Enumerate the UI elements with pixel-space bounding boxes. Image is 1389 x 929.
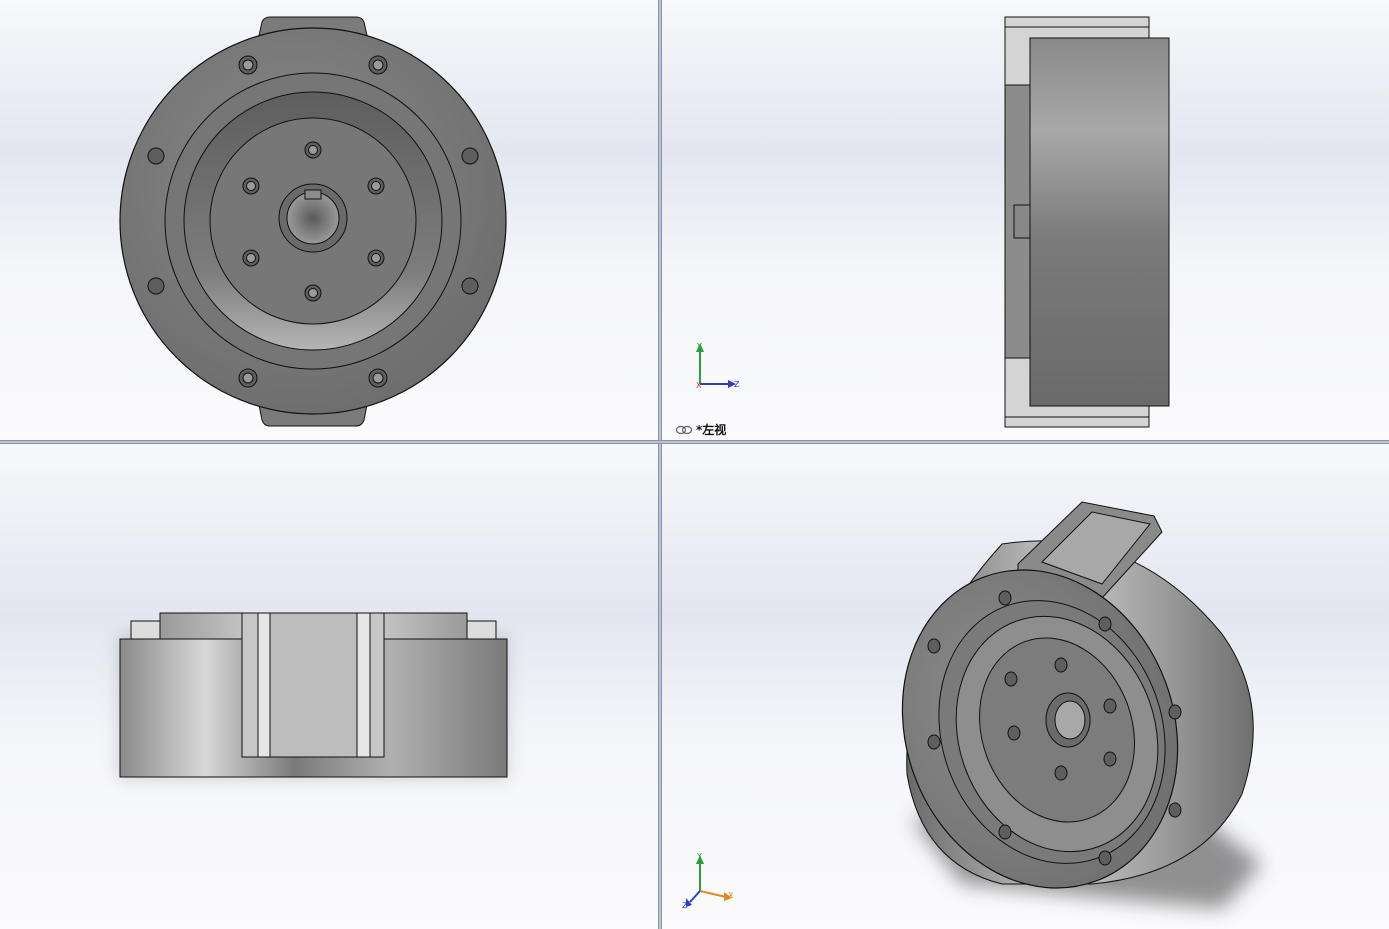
front-view-model bbox=[119, 16, 507, 427]
front-viewport[interactable] bbox=[0, 0, 658, 440]
triad-y-label: Y bbox=[696, 342, 702, 351]
bore bbox=[286, 191, 340, 245]
left-view-model: Y Z X bbox=[696, 16, 1170, 428]
view-name-label: *左视 bbox=[676, 421, 726, 438]
cad-four-view-window: Y Z X *左视 Y X Z bbox=[0, 0, 1389, 929]
coordinate-triad-icon: Y Z X bbox=[696, 342, 740, 390]
triad-z-label: Z bbox=[682, 901, 688, 910]
coordinate-triad-icon: Y X Z bbox=[682, 852, 734, 910]
side-key bbox=[1013, 204, 1031, 239]
side-body bbox=[1029, 37, 1170, 407]
isometric-viewport[interactable]: Y X Z bbox=[662, 444, 1389, 929]
triad-x-label: X bbox=[696, 381, 702, 390]
keyway bbox=[304, 189, 322, 200]
link-icon bbox=[676, 425, 692, 435]
top-viewport[interactable] bbox=[0, 444, 658, 929]
triad-x-label: X bbox=[728, 891, 734, 900]
triad-z-label: Z bbox=[734, 380, 740, 389]
isometric-view-model: Y X Z bbox=[682, 501, 1262, 910]
top-view-model bbox=[118, 612, 508, 779]
left-viewport[interactable]: Y Z X *左视 bbox=[662, 0, 1389, 440]
iso-bore bbox=[1054, 700, 1086, 740]
triad-y-label: Y bbox=[696, 852, 702, 861]
view-name-text: *左视 bbox=[696, 423, 727, 437]
